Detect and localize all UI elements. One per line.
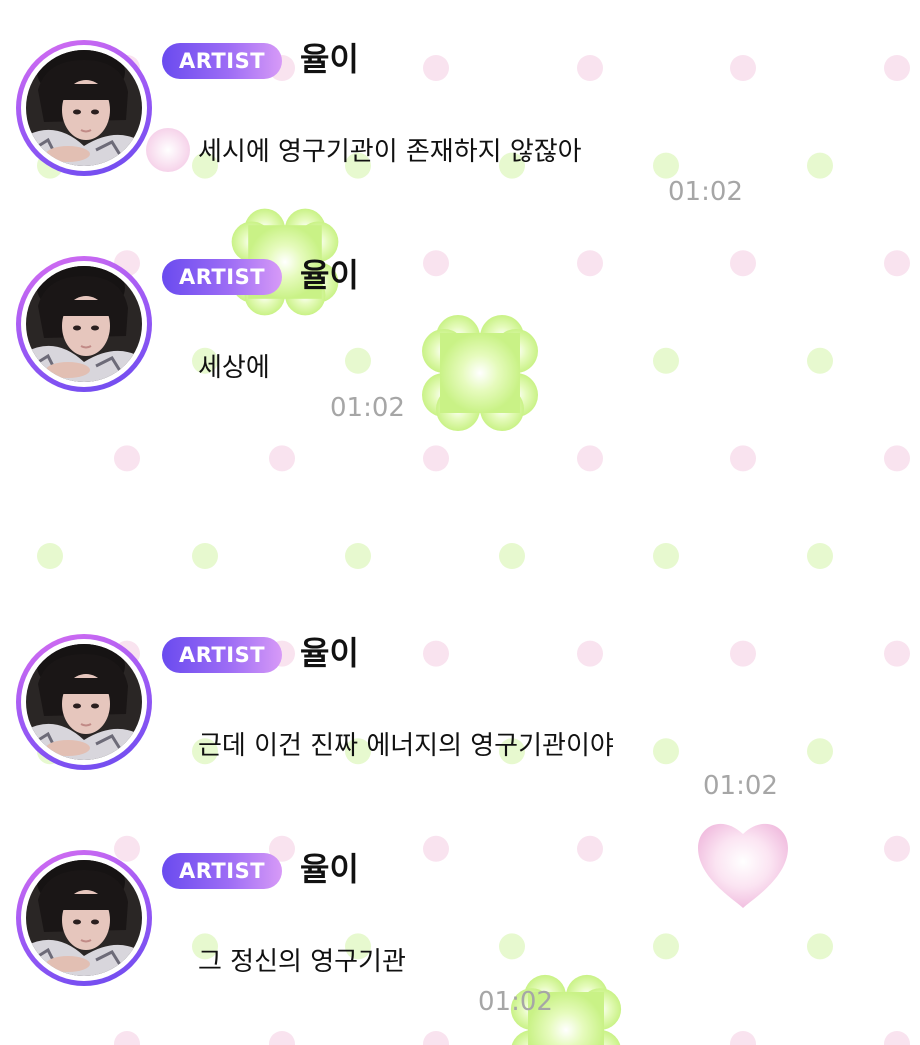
avatar-photo [26,860,142,976]
artist-badge: ARTIST [162,637,282,673]
message-time: 01:02 [668,177,743,207]
message-text: 세시에 영구기관이 존재하지 않잖아 [198,137,582,167]
sender-name[interactable]: 율이 [300,37,359,81]
chat-message: ARTIST 율이 세상에 01:02 [0,216,920,423]
background-dot [345,543,371,569]
avatar-photo [26,644,142,760]
artist-badge: ARTIST [162,853,282,889]
message-time: 01:02 [330,393,405,423]
background-dot [269,1031,295,1045]
background-dot [114,1031,140,1045]
background-dot [423,445,449,472]
artist-badge: ARTIST [162,259,282,295]
message-time: 01:02 [478,987,553,1017]
background-dot [730,445,756,472]
background-dot [423,1031,449,1045]
avatar[interactable] [16,850,152,986]
message-text: 근데 이건 진짜 에너지의 영구기관이야 [198,731,614,761]
chat-message: ARTIST 율이 근데 이건 진짜 에너지의 영구기관이야 01:02 [0,594,920,801]
background-dot [37,543,63,569]
sender-name[interactable]: 율이 [300,253,359,297]
background-dot [577,445,603,472]
chat-message: ARTIST 율이 세시에 영구기관이 존재하지 않잖아 01:02 [0,0,920,207]
artist-badge: ARTIST [162,43,282,79]
sender-name[interactable]: 율이 [300,631,359,675]
chat-message: ARTIST 율이 그 정신의 영구기관 01:02 [0,810,920,1017]
sender-name[interactable]: 율이 [300,847,359,891]
background-dot [730,1031,756,1045]
background-dot [653,543,679,569]
background-dot [884,1031,910,1045]
background-dot [269,445,295,472]
avatar[interactable] [16,256,152,392]
background-dot [499,543,525,569]
message-text: 세상에 [198,353,270,383]
background-dot [807,543,833,569]
avatar[interactable] [16,40,152,176]
message-text: 그 정신의 영구기관 [198,947,406,977]
avatar-photo [26,266,142,382]
avatar-photo [26,50,142,166]
background-dot [192,543,218,569]
background-dot [884,445,910,472]
avatar[interactable] [16,634,152,770]
message-time: 01:02 [703,771,778,801]
background-dot [114,445,140,472]
